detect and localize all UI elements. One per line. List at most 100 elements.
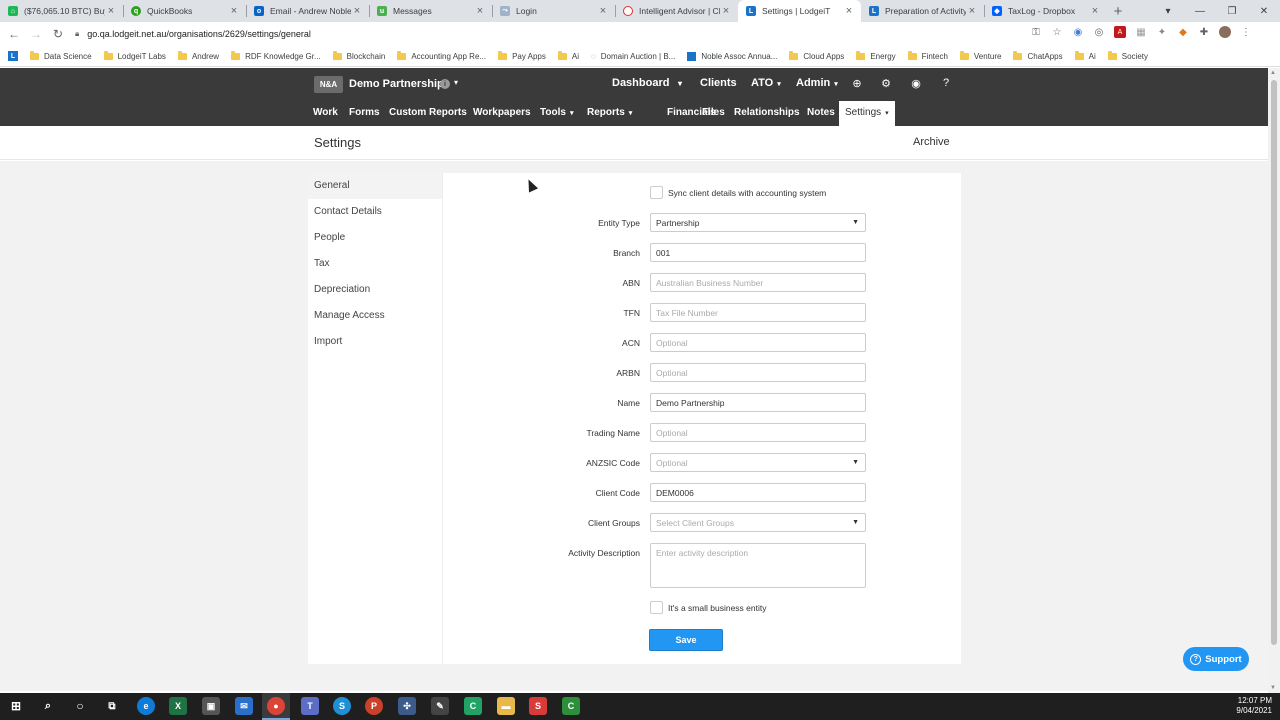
close-tab-icon[interactable]: ×: [597, 5, 609, 17]
camtasia-icon[interactable]: C: [464, 697, 482, 715]
subnav-notes[interactable]: Notes: [801, 101, 841, 126]
org-name[interactable]: Demo Partnership: [349, 78, 444, 90]
close-tab-icon[interactable]: ×: [843, 5, 855, 17]
close-tab-icon[interactable]: ×: [105, 5, 117, 17]
bookmark-link[interactable]: Noble Assoc Annua...: [687, 51, 777, 61]
minimize-icon[interactable]: —: [1184, 6, 1216, 17]
snagit-icon[interactable]: S: [529, 697, 547, 715]
bookmark-folder[interactable]: Energy: [856, 50, 896, 61]
tfn-field[interactable]: Tax File Number: [650, 303, 866, 322]
bookmark-folder[interactable]: ChatApps: [1013, 50, 1063, 61]
gear-icon[interactable]: ⚙: [880, 77, 892, 90]
url-field[interactable]: 🔒︎ go.qa.lodgeit.net.au/organisations/26…: [75, 25, 1035, 43]
forward-icon[interactable]: →: [25, 27, 47, 41]
client-groups-select[interactable]: Select Client Groups ▼: [650, 513, 866, 532]
abn-field[interactable]: Australian Business Number: [650, 273, 866, 292]
extension-icon[interactable]: ✦: [1156, 26, 1168, 38]
browser-tab[interactable]: u Messages ×: [369, 0, 492, 22]
nav-clients[interactable]: Clients: [700, 77, 737, 89]
new-tab-button[interactable]: +: [1107, 0, 1129, 22]
extension-icon[interactable]: ◎: [1093, 26, 1105, 38]
bookmark-folder[interactable]: Andrew: [177, 50, 219, 61]
avatar[interactable]: [1219, 26, 1231, 38]
help-icon[interactable]: ?: [940, 77, 952, 89]
small-business-checkbox[interactable]: [650, 601, 663, 614]
scroll-down-icon[interactable]: ▼: [1270, 685, 1276, 691]
task-view-icon[interactable]: ⧉: [103, 697, 121, 715]
file-explorer-icon[interactable]: ▬: [497, 697, 515, 715]
browser-tab[interactable]: Intelligent Advisor | Ch ×: [615, 0, 738, 22]
browser-tab[interactable]: ⤳ Login ×: [492, 0, 615, 22]
restore-icon[interactable]: ❐: [1216, 6, 1248, 17]
nav-dashboard[interactable]: Dashboard: [612, 77, 669, 89]
sidebar-item-tax[interactable]: Tax: [308, 251, 442, 277]
app-icon[interactable]: ✎: [431, 697, 449, 715]
subnav-tools[interactable]: Tools ▾: [534, 101, 579, 126]
page-scrollbar[interactable]: ▲ ▼: [1268, 68, 1280, 693]
edge-icon[interactable]: e: [137, 697, 155, 715]
bookmark-folder[interactable]: Pay Apps: [498, 50, 546, 61]
camtasia-recorder-icon[interactable]: C: [562, 697, 580, 715]
save-button[interactable]: Save: [649, 629, 723, 651]
store-icon[interactable]: ▣: [202, 697, 220, 715]
bookmark-folder[interactable]: Ai: [557, 50, 579, 61]
lock-icon[interactable]: 🔒︎: [75, 29, 79, 39]
scrollbar-thumb[interactable]: [1271, 80, 1277, 645]
chrome-menu-icon[interactable]: ⋮: [1240, 26, 1252, 38]
system-clock[interactable]: 12:07 PM 9/04/2021: [1236, 696, 1272, 716]
lodgeit-icon[interactable]: L: [8, 51, 18, 61]
browser-tab[interactable]: L Preparation of Activity ×: [861, 0, 984, 22]
subnav-custom-reports[interactable]: Custom Reports: [383, 101, 473, 126]
branch-field[interactable]: 001: [650, 243, 866, 262]
anzsic-code-select[interactable]: Optional ▼: [650, 453, 866, 472]
subnav-settings[interactable]: Settings ▾: [839, 101, 895, 126]
browser-tab[interactable]: ◆ TaxLog - Dropbox ×: [984, 0, 1107, 22]
client-code-field[interactable]: DEM0006: [650, 483, 866, 502]
subnav-relationships[interactable]: Relationships: [728, 101, 806, 126]
close-tab-icon[interactable]: ×: [720, 5, 732, 17]
trading-name-field[interactable]: Optional: [650, 423, 866, 442]
bookmark-link[interactable]: ◌ Domain Auction | B...: [591, 52, 675, 61]
extension-icon[interactable]: ◉: [1072, 26, 1084, 38]
tab-search-icon[interactable]: ▾: [1152, 6, 1184, 17]
subnav-workpapers[interactable]: Workpapers: [467, 101, 537, 126]
name-field[interactable]: Demo Partnership: [650, 393, 866, 412]
powerpoint-icon[interactable]: P: [365, 697, 383, 715]
cortana-icon[interactable]: ○: [71, 697, 89, 715]
arbn-field[interactable]: Optional: [650, 363, 866, 382]
windows-start-icon[interactable]: ⊞: [7, 697, 25, 715]
extensions-puzzle-icon[interactable]: ✚: [1198, 26, 1210, 38]
acn-field[interactable]: Optional: [650, 333, 866, 352]
reload-icon[interactable]: ↻: [47, 27, 69, 41]
bookmark-folder[interactable]: LodgeiT Labs: [103, 50, 166, 61]
sidebar-item-depreciation[interactable]: Depreciation: [308, 277, 442, 303]
app-icon[interactable]: ✣: [398, 697, 416, 715]
nav-ato[interactable]: ATO ▾: [751, 77, 781, 89]
bookmark-folder[interactable]: Venture: [959, 50, 1001, 61]
browser-tab[interactable]: q QuickBooks ×: [123, 0, 246, 22]
bookmark-folder[interactable]: Blockchain: [332, 50, 385, 61]
key-icon[interactable]: ⚿: [1030, 26, 1042, 38]
scroll-up-icon[interactable]: ▲: [1270, 70, 1276, 76]
archive-button[interactable]: Archive: [913, 136, 950, 148]
sidebar-item-manage-access[interactable]: Manage Access: [308, 303, 442, 329]
star-icon[interactable]: ☆: [1051, 26, 1063, 38]
activity-description-textarea[interactable]: Enter activity description: [650, 543, 866, 588]
skype-icon[interactable]: S: [333, 697, 351, 715]
browser-tab[interactable]: ⌂ ($76,065.10 BTC) Buy, Sell ×: [0, 0, 123, 22]
nav-admin[interactable]: Admin ▾: [796, 77, 838, 89]
mail-icon[interactable]: ✉: [235, 697, 253, 715]
bookmark-folder[interactable]: Cloud Apps: [789, 50, 844, 61]
excel-icon[interactable]: X: [169, 697, 187, 715]
subnav-files[interactable]: Files: [696, 101, 731, 126]
subnav-work[interactable]: Work: [307, 101, 344, 126]
subnav-reports[interactable]: Reports ▾: [581, 101, 638, 126]
bookmark-folder[interactable]: RDF Knowledge Gr...: [231, 50, 321, 61]
close-window-icon[interactable]: ✕: [1248, 6, 1280, 17]
sidebar-item-contact-details[interactable]: Contact Details: [308, 199, 442, 225]
org-badge[interactable]: N&A: [314, 76, 343, 93]
bookmark-folder[interactable]: Ai: [1074, 50, 1096, 61]
extension-icon[interactable]: ▦: [1135, 26, 1147, 38]
bookmark-folder[interactable]: Accounting App Re...: [397, 50, 486, 61]
entity-type-select[interactable]: Partnership ▼: [650, 213, 866, 232]
